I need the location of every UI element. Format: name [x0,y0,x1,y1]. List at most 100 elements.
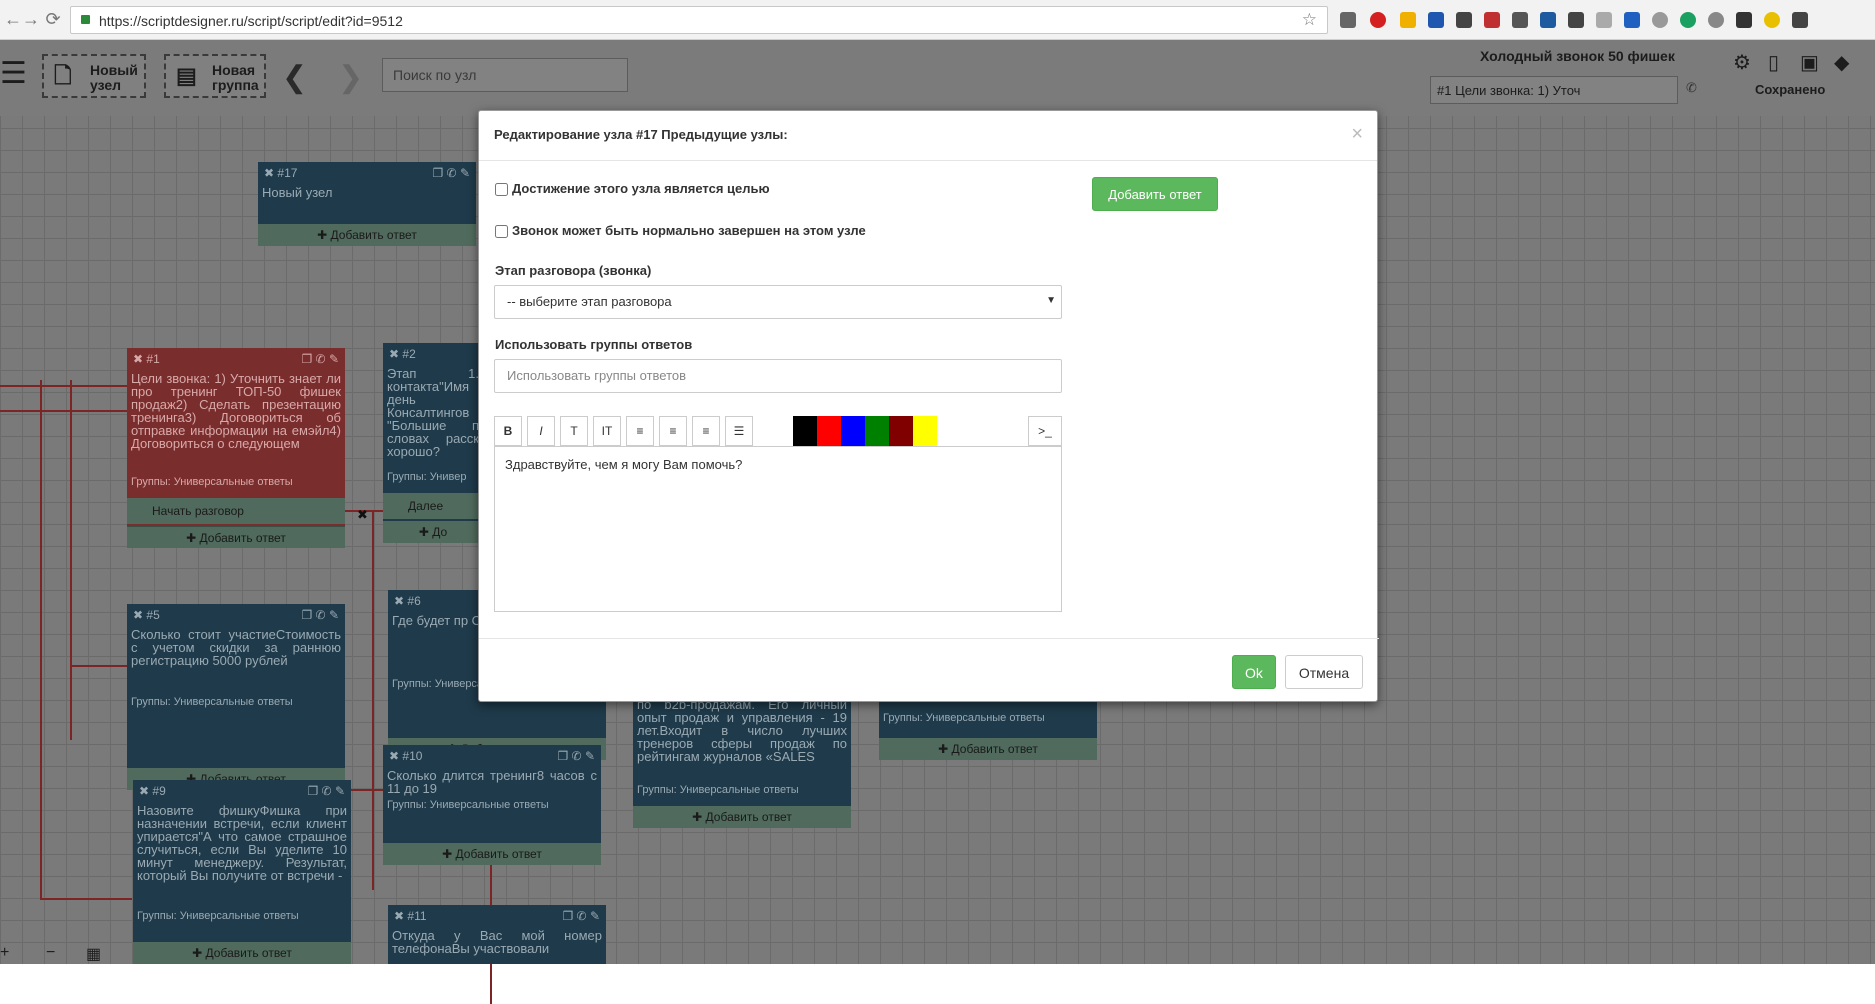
grid-icon[interactable]: ▦ [86,944,101,964]
copy-icon[interactable]: ❐ [301,352,315,366]
font-size-button[interactable]: IT [593,416,621,446]
align-right-button[interactable]: ≡ [692,416,720,446]
extension-icon[interactable] [1512,12,1528,28]
phone-icon[interactable]: ✆ [1686,80,1697,96]
color-swatch-yellow[interactable] [913,416,937,446]
phone-icon[interactable]: ✆ [577,909,590,923]
script-node[interactable]: ✖ #5 ❐ ✆ ✎ Сколько стоит участиеСтоимость… [127,604,345,790]
add-answer-link[interactable]: ✚ Добавить ответ [633,806,851,828]
script-canvas[interactable]: ☰ 🗋 Новый узел ▤ Новая группа ❮ ❯ Поиск по… [0,40,1875,1004]
stage-select[interactable]: -- выберите этап разговора ▼ [494,285,1062,319]
add-answer-link[interactable]: ✚ Добавить ответ [258,224,476,246]
script-node[interactable]: ✖ #1 ❐ ✆ ✎ Цели звонка: 1) Уточнить знает… [127,348,345,548]
close-icon[interactable]: × [1351,123,1363,146]
color-swatch-blue[interactable] [841,416,865,446]
copy-icon[interactable]: ❐ [432,166,446,180]
eyedropper-icon[interactable] [1736,12,1752,28]
pencil-icon[interactable]: ✎ [460,166,470,180]
delete-node-icon[interactable]: ✖ [389,347,402,361]
pencil-icon[interactable]: ✎ [329,352,339,366]
answer-item[interactable]: Далее [383,493,483,519]
color-swatch-maroon[interactable] [889,416,913,446]
redo-arrow-icon[interactable]: ❯ [338,60,363,95]
copy-icon[interactable]: ❐ [562,909,576,923]
pencil-icon[interactable]: ✎ [329,608,339,622]
align-center-button[interactable]: ≡ [659,416,687,446]
puzzle-icon[interactable] [1568,12,1584,28]
phone-icon[interactable]: ✆ [447,166,460,180]
add-answer-link[interactable]: ✚ Добавить ответ [133,942,351,964]
cancel-button[interactable]: Отмена [1285,655,1363,689]
add-answer-link[interactable]: ✚ До [383,521,483,543]
extension-icon[interactable] [1596,12,1612,28]
new-group-button[interactable]: ▤ Новая группа [164,54,266,98]
hamburger-icon[interactable]: ☰ [0,56,27,91]
color-swatch-red[interactable] [817,416,841,446]
delete-node-icon[interactable]: ✖ [133,352,146,366]
bold-button[interactable]: B [494,416,522,446]
copy-icon[interactable]: ❐ [307,784,321,798]
script-node[interactable]: ✖ #2 Этап 1. контакта"Имя день Консалтин… [383,343,483,543]
add-answer-link[interactable]: ✚ Добавить ответ [879,738,1097,760]
node-select[interactable]: #1 Цели звонка: 1) Уточ [1430,76,1678,104]
script-node[interactable]: ✖ #17 ❐ ✆ ✎ Новый узел ✚ Добавить ответ [258,162,476,246]
align-left-button[interactable]: ≡ [626,416,654,446]
extension-icon[interactable] [1484,12,1500,28]
extension-icon[interactable] [1400,12,1416,28]
goal-checkbox[interactable] [495,183,508,197]
script-title[interactable]: Холодный звонок 50 фишек [1480,48,1675,64]
extension-icon[interactable] [1680,12,1696,28]
answer-text-editor[interactable]: Здравствуйте, чем я могу Вам помочь? [494,446,1062,612]
add-answer-button[interactable]: Добавить ответ [1092,177,1218,211]
groups-input[interactable]: Использовать группы ответов [494,359,1062,393]
script-node[interactable]: ✖ #10 ❐ ✆ ✎ Сколько длится тренинг8 часов… [383,745,601,865]
ok-button[interactable]: Ok [1232,655,1276,689]
pencil-icon[interactable]: ✎ [335,784,345,798]
finish-checkbox[interactable] [495,225,508,239]
new-node-button[interactable]: 🗋 Новый узел [42,54,146,98]
address-bar[interactable]: https://scriptdesigner.ru/script/script/… [70,6,1328,34]
script-node[interactable]: ✖ #11 ❐ ✆ ✎ Откуда у Вас мой номер телефо… [388,905,606,964]
delete-node-icon[interactable]: ✖ [264,166,277,180]
add-answer-link[interactable]: ✚ Добавить ответ [383,843,601,865]
search-input[interactable]: Поиск по узл [382,58,628,92]
delete-node-icon[interactable]: ✖ [389,749,402,763]
answer-item[interactable]: Начать разговор [127,498,345,524]
phone-icon[interactable]: ✆ [572,749,585,763]
color-swatch-black[interactable] [793,416,817,446]
extension-icon[interactable] [1540,12,1556,28]
extension-icon[interactable] [1764,12,1780,28]
menu-icon[interactable] [1792,12,1808,28]
image-icon[interactable]: ▣ [1800,50,1819,75]
copy-icon[interactable]: ❐ [301,608,315,622]
gear-icon[interactable]: ⚙ [1733,50,1751,75]
zoom-out-icon[interactable]: − [46,944,55,962]
font-button[interactable]: T [560,416,588,446]
delete-node-icon[interactable]: ✖ [139,784,152,798]
extension-icon[interactable] [1340,12,1356,28]
forward-icon[interactable]: → [20,9,42,30]
goal-checkbox-row[interactable]: Достижение этого узла является целью [495,181,770,197]
add-answer-link[interactable]: ✚ Добавить ответ [127,526,345,548]
close-icon[interactable]: ✖ [357,507,368,523]
extension-icon[interactable] [1624,12,1640,28]
italic-button[interactable]: I [527,416,555,446]
finish-checkbox-row[interactable]: Звонок может быть нормально завершен на … [495,223,866,239]
phone-icon[interactable]: ✆ [322,784,335,798]
reload-icon[interactable]: ⟳ [42,9,64,30]
undo-arrow-icon[interactable]: ❮ [282,60,307,95]
list-button[interactable]: ☰ [725,416,753,446]
phone-icon[interactable]: ✆ [316,352,329,366]
delete-node-icon[interactable]: ✖ [133,608,146,622]
code-button[interactable]: >_ [1028,416,1062,446]
opera-icon[interactable] [1370,12,1386,28]
extension-icon[interactable] [1456,12,1472,28]
extension-icon[interactable] [1652,12,1668,28]
download-icon[interactable] [1428,12,1444,28]
tag-icon[interactable]: ◆ [1834,50,1849,75]
script-node[interactable]: ✖ #9 ❐ ✆ ✎ Назовите фишкуФишка при назнач… [133,780,351,964]
bookmark-star-icon[interactable]: ☆ [1302,10,1317,30]
color-swatch-green[interactable] [865,416,889,446]
extension-icon[interactable] [1708,12,1724,28]
pencil-icon[interactable]: ✎ [590,909,600,923]
